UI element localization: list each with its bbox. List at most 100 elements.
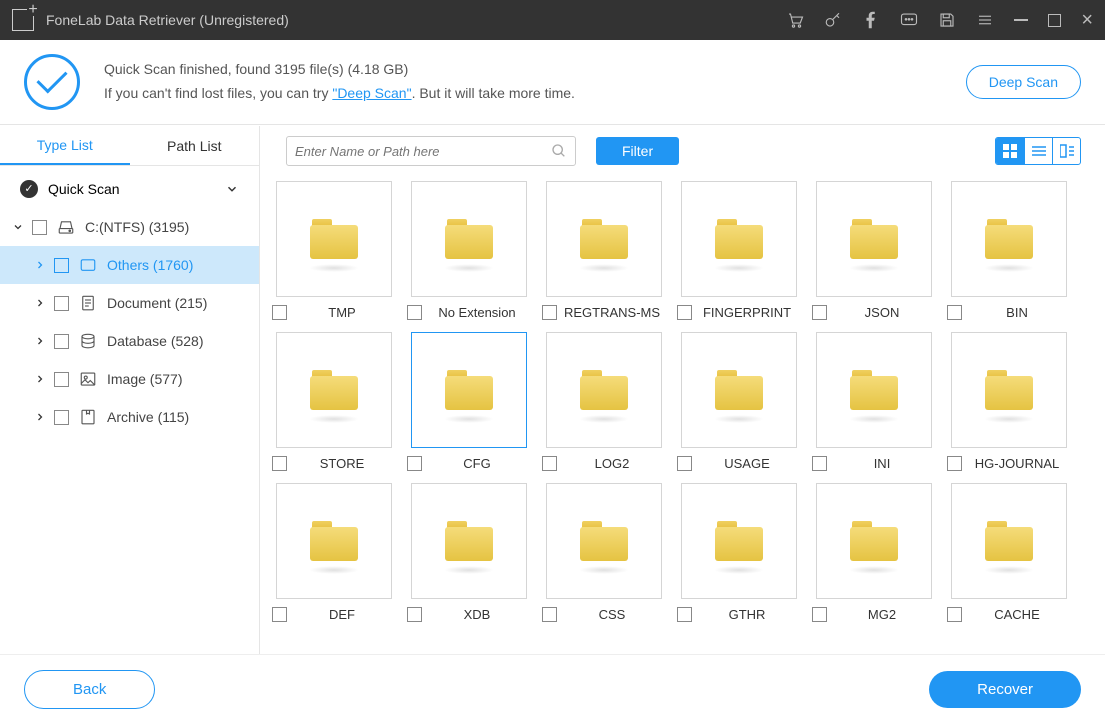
folder-thumb[interactable]: [411, 483, 527, 599]
chevron-right-icon[interactable]: [34, 297, 48, 309]
save-icon[interactable]: [938, 11, 956, 29]
tree-item-category[interactable]: Image (577): [0, 360, 259, 398]
tree-item-category[interactable]: Others (1760): [0, 246, 259, 284]
tree-item-label: Database (528): [107, 333, 204, 349]
folder-thumb[interactable]: [546, 483, 662, 599]
folder-item[interactable]: REGTRANS-MS: [536, 181, 671, 320]
checkbox[interactable]: [272, 607, 287, 622]
folder-item[interactable]: USAGE: [671, 332, 806, 471]
checkbox[interactable]: [677, 456, 692, 471]
folder-item[interactable]: FINGERPRINT: [671, 181, 806, 320]
folder-thumb[interactable]: [681, 181, 797, 297]
folder-item[interactable]: INI: [806, 332, 941, 471]
facebook-icon[interactable]: [862, 11, 880, 29]
minimize-icon[interactable]: [1014, 19, 1028, 21]
folder-thumb[interactable]: [546, 181, 662, 297]
folder-item[interactable]: XDB: [401, 483, 536, 622]
tree-item-drive[interactable]: C:(NTFS) (3195): [0, 208, 259, 246]
folder-thumb[interactable]: [681, 483, 797, 599]
tree-item-category[interactable]: Archive (115): [0, 398, 259, 436]
checkbox[interactable]: [812, 305, 827, 320]
checkbox[interactable]: [54, 410, 69, 425]
checkbox[interactable]: [947, 305, 962, 320]
folder-thumb[interactable]: [951, 181, 1067, 297]
checkbox[interactable]: [407, 305, 422, 320]
checkbox[interactable]: [272, 305, 287, 320]
folder-icon: [445, 521, 493, 561]
folder-item[interactable]: GTHR: [671, 483, 806, 622]
checkbox[interactable]: [54, 372, 69, 387]
checkbox[interactable]: [947, 456, 962, 471]
deep-scan-link[interactable]: "Deep Scan": [332, 85, 411, 101]
folder-thumb[interactable]: [411, 181, 527, 297]
search-input[interactable]: [295, 144, 551, 159]
chevron-down-icon[interactable]: [12, 221, 26, 233]
checkbox[interactable]: [54, 258, 69, 273]
checkbox[interactable]: [407, 456, 422, 471]
checkbox[interactable]: [54, 296, 69, 311]
folder-item[interactable]: DEF: [266, 483, 401, 622]
close-icon[interactable]: ×: [1081, 9, 1093, 32]
folder-item[interactable]: TMP: [266, 181, 401, 320]
search-icon[interactable]: [551, 143, 567, 159]
menu-icon[interactable]: [976, 11, 994, 29]
folder-thumb[interactable]: [951, 332, 1067, 448]
view-list-button[interactable]: [1024, 138, 1052, 164]
checkbox[interactable]: [407, 607, 422, 622]
folder-thumb[interactable]: [951, 483, 1067, 599]
checkbox[interactable]: [947, 607, 962, 622]
back-button[interactable]: Back: [24, 670, 155, 709]
filter-button[interactable]: Filter: [596, 137, 679, 165]
checkbox[interactable]: [812, 456, 827, 471]
folder-name: CSS: [557, 607, 667, 622]
chevron-right-icon[interactable]: [34, 259, 48, 271]
chevron-down-icon[interactable]: [225, 182, 239, 196]
view-grid-button[interactable]: [996, 138, 1024, 164]
tab-type-list[interactable]: Type List: [0, 126, 130, 165]
checkbox[interactable]: [54, 334, 69, 349]
tree-root-quick-scan[interactable]: Quick Scan: [0, 170, 259, 208]
maximize-icon[interactable]: [1048, 14, 1061, 27]
category-icon: [79, 408, 99, 426]
cart-icon[interactable]: [786, 11, 804, 29]
folder-thumb[interactable]: [681, 332, 797, 448]
recover-button[interactable]: Recover: [929, 671, 1081, 708]
chevron-right-icon[interactable]: [34, 335, 48, 347]
checkbox[interactable]: [677, 607, 692, 622]
tree-item-category[interactable]: Database (528): [0, 322, 259, 360]
folder-item[interactable]: JSON: [806, 181, 941, 320]
folder-label-row: CACHE: [941, 607, 1076, 622]
folder-thumb[interactable]: [276, 332, 392, 448]
folder-item[interactable]: MG2: [806, 483, 941, 622]
folder-item[interactable]: HG-JOURNAL: [941, 332, 1076, 471]
checkbox[interactable]: [677, 305, 692, 320]
chevron-right-icon[interactable]: [34, 411, 48, 423]
folder-item[interactable]: No Extension: [401, 181, 536, 320]
checkbox[interactable]: [542, 456, 557, 471]
chevron-right-icon[interactable]: [34, 373, 48, 385]
tab-path-list[interactable]: Path List: [130, 126, 260, 165]
folder-item[interactable]: CSS: [536, 483, 671, 622]
folder-thumb[interactable]: [816, 181, 932, 297]
folder-thumb[interactable]: [411, 332, 527, 448]
view-detail-button[interactable]: [1052, 138, 1080, 164]
feedback-icon[interactable]: [900, 11, 918, 29]
folder-item[interactable]: LOG2: [536, 332, 671, 471]
deep-scan-button[interactable]: Deep Scan: [966, 65, 1081, 99]
folder-thumb[interactable]: [816, 483, 932, 599]
folder-item[interactable]: STORE: [266, 332, 401, 471]
checkbox[interactable]: [542, 305, 557, 320]
folder-item[interactable]: CACHE: [941, 483, 1076, 622]
checkbox[interactable]: [542, 607, 557, 622]
checkbox[interactable]: [812, 607, 827, 622]
folder-thumb[interactable]: [816, 332, 932, 448]
folder-thumb[interactable]: [546, 332, 662, 448]
tree-item-category[interactable]: Document (215): [0, 284, 259, 322]
folder-item[interactable]: BIN: [941, 181, 1076, 320]
folder-item[interactable]: CFG: [401, 332, 536, 471]
checkbox[interactable]: [32, 220, 47, 235]
folder-thumb[interactable]: [276, 483, 392, 599]
checkbox[interactable]: [272, 456, 287, 471]
folder-thumb[interactable]: [276, 181, 392, 297]
key-icon[interactable]: [824, 11, 842, 29]
